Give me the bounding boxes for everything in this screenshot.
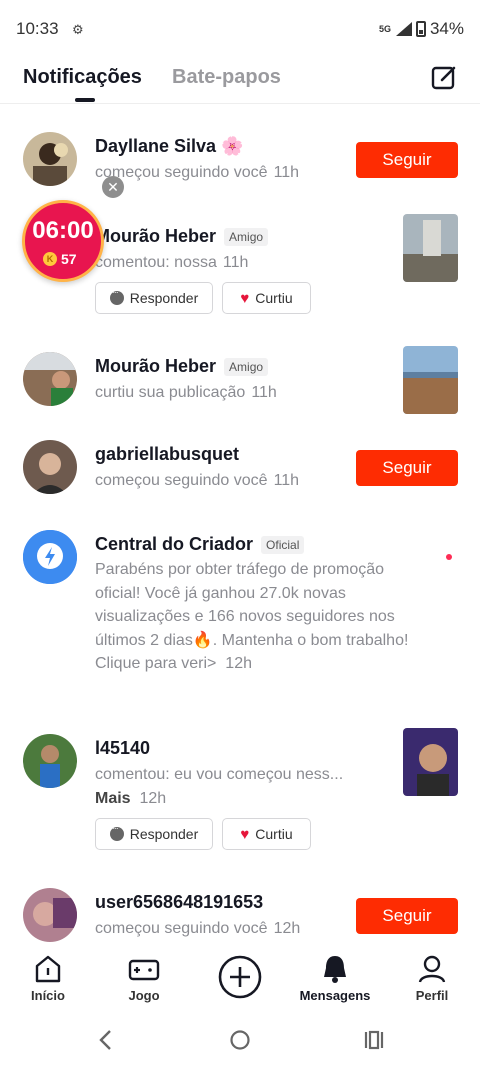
nav-home-label: Início	[31, 988, 65, 1003]
signal-icon	[395, 22, 412, 36]
nav-game[interactable]: Jogo	[104, 952, 184, 1003]
post-thumbnail[interactable]	[403, 346, 458, 414]
bottom-navigation: Início Jogo Mensagens Perfil	[0, 944, 480, 1016]
avatar[interactable]	[23, 734, 77, 788]
battery-icon	[415, 21, 426, 37]
nav-profile[interactable]: Perfil	[392, 952, 472, 1003]
coin-icon: K	[43, 252, 57, 266]
reply-button[interactable]: Responder	[95, 818, 213, 850]
avatar[interactable]	[23, 352, 77, 406]
comment-icon	[109, 287, 124, 305]
avatar[interactable]	[23, 530, 77, 584]
profile-icon	[418, 955, 446, 983]
close-icon[interactable]: ✕	[102, 176, 124, 198]
notification-text: começou seguindo você 12h	[95, 920, 301, 937]
system-navigation	[0, 1016, 480, 1066]
user-name[interactable]: Dayllane Silva 🌸	[95, 136, 243, 157]
avatar[interactable]	[23, 888, 77, 942]
nav-messages-label: Mensagens	[299, 988, 371, 1003]
comment-more[interactable]: Mais 12h	[95, 790, 166, 808]
unread-dot	[446, 554, 452, 560]
reward-timer-widget[interactable]: 06:00 K 57	[22, 200, 104, 282]
heart-icon: ♥	[240, 289, 250, 307]
user-name[interactable]: gabriellabusquet	[95, 444, 239, 465]
avatar[interactable]	[23, 440, 77, 494]
compose-icon[interactable]	[430, 64, 458, 92]
avatar[interactable]	[23, 132, 77, 186]
network-label: 5G	[378, 24, 391, 34]
tab-notifications[interactable]: Notificações	[23, 66, 142, 89]
timer-countdown: 06:00	[32, 217, 94, 244]
liked-button[interactable]: ♥ Curtiu	[222, 282, 311, 314]
status-indicators: 5G 34%	[379, 19, 464, 39]
home-icon	[35, 955, 61, 983]
liked-button[interactable]: ♥ Curtiu	[222, 818, 311, 850]
active-tab-indicator	[75, 98, 95, 102]
official-badge: Oficial	[261, 535, 305, 554]
follow-button[interactable]: Seguir	[356, 898, 458, 934]
nav-messages[interactable]: Mensagens	[295, 952, 375, 1003]
user-name[interactable]: Mourão Heber Amigo	[95, 226, 269, 247]
nav-game-label: Jogo	[128, 988, 160, 1003]
recents-icon[interactable]	[362, 1028, 386, 1052]
user-name[interactable]: l45140	[95, 738, 150, 759]
tab-chats[interactable]: Bate-papos	[172, 66, 281, 89]
status-time: 10:33	[16, 19, 59, 38]
notification-icon: ⚙	[72, 22, 84, 37]
notification-text: começou seguindo você 11h	[95, 164, 300, 181]
friend-badge: Amigo	[224, 227, 269, 246]
follow-button[interactable]: Seguir	[356, 142, 458, 178]
notification-text: curtiu sua publicação 11h	[95, 384, 277, 401]
user-name[interactable]: user6568648191653	[95, 892, 263, 913]
timer-coins: K 57	[43, 250, 89, 268]
bell-icon	[324, 956, 346, 983]
user-name[interactable]: Mourão Heber Amigo	[95, 356, 269, 377]
battery-level: 34%	[429, 19, 464, 38]
comment-icon	[109, 823, 124, 841]
notification-text: Parabéns por obter tráfego de promoção o…	[95, 561, 409, 672]
nav-home[interactable]: Início	[8, 952, 88, 1003]
post-thumbnail[interactable]	[403, 214, 458, 282]
reply-button[interactable]: Responder	[95, 282, 213, 314]
inbox-tabs: Notificações Bate-papos	[0, 56, 480, 104]
home-circle-icon[interactable]	[228, 1028, 252, 1052]
plus-icon	[218, 955, 262, 999]
friend-badge: Amigo	[224, 357, 269, 376]
notification-text: comentou: eu vou começou ness...	[95, 766, 344, 783]
gamepad-icon	[128, 959, 160, 981]
back-icon[interactable]	[96, 1028, 116, 1052]
notification-text: comentou: nossa 11h	[95, 254, 249, 271]
heart-icon: ♥	[240, 825, 250, 843]
follow-button[interactable]: Seguir	[356, 450, 458, 486]
create-button[interactable]	[200, 954, 280, 1000]
post-thumbnail[interactable]	[403, 728, 458, 796]
status-bar: 10:33 ⚙ 5G 34%	[0, 0, 480, 56]
nav-profile-label: Perfil	[415, 988, 449, 1003]
notification-text: começou seguindo você 11h	[95, 472, 300, 489]
user-name[interactable]: Central do Criador Oficial	[95, 534, 305, 555]
